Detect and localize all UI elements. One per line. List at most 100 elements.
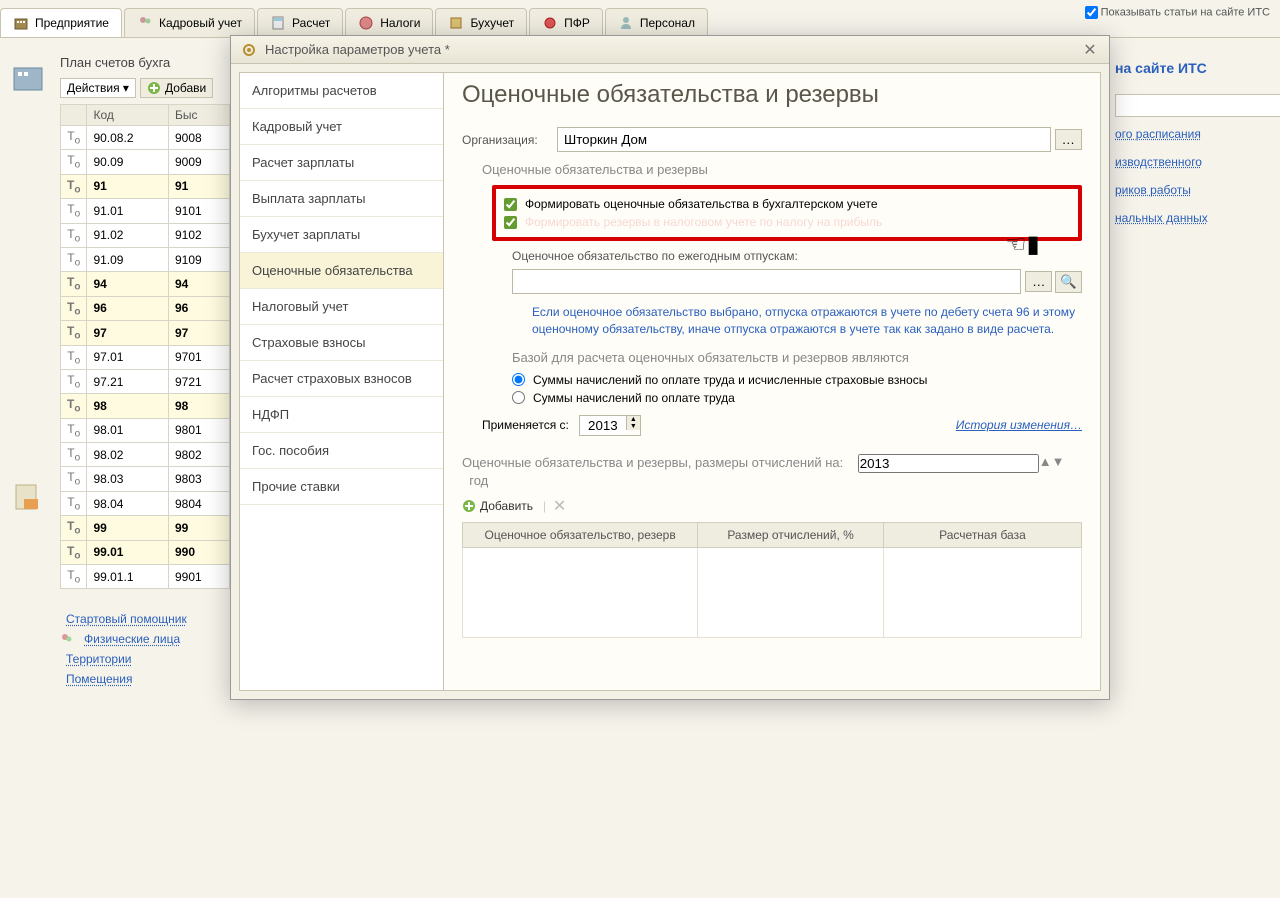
- link-persons[interactable]: Физические лица: [84, 632, 180, 646]
- close-button[interactable]: ✕: [1081, 41, 1099, 59]
- nav-item[interactable]: Прочие ставки: [240, 469, 443, 505]
- obligation-input[interactable]: [512, 269, 1021, 294]
- grid-delete-button[interactable]: ✕: [553, 496, 566, 516]
- person-icon: [618, 15, 634, 31]
- tab-label: Кадровый учет: [159, 16, 242, 30]
- th-fast[interactable]: Быс: [168, 105, 229, 126]
- left-decor: [10, 60, 50, 898]
- nav-item[interactable]: Оценочные обязательства: [240, 253, 443, 289]
- table-row[interactable]: Tо9494: [61, 272, 230, 296]
- table-row[interactable]: Tо9191: [61, 174, 230, 198]
- spin-down-icon[interactable]: ▼: [1052, 454, 1065, 469]
- tab-hr[interactable]: Кадровый учет: [124, 8, 255, 37]
- year-input[interactable]: [580, 416, 626, 435]
- radio1-label: Суммы начислений по оплате труда и исчис…: [533, 373, 927, 387]
- table-row[interactable]: Tо97.019701: [61, 345, 230, 369]
- th-code[interactable]: Код: [87, 105, 169, 126]
- nav-item[interactable]: Кадровый учет: [240, 109, 443, 145]
- table-row[interactable]: Tо91.099109: [61, 247, 230, 271]
- book-icon: [448, 15, 464, 31]
- nav-item[interactable]: НДФП: [240, 397, 443, 433]
- sizes-year-spinner[interactable]: ▲▼: [858, 454, 1065, 473]
- pfr-icon: [542, 15, 558, 31]
- nav-item[interactable]: Алгоритмы расчетов: [240, 73, 443, 109]
- year2-input[interactable]: [858, 454, 1039, 473]
- its-search[interactable]: [1115, 94, 1280, 117]
- its-link[interactable]: риков работы: [1115, 183, 1270, 197]
- nav-item[interactable]: Страховые взносы: [240, 325, 443, 361]
- tab-accounting[interactable]: Бухучет: [435, 8, 527, 37]
- tab-label: Бухучет: [470, 16, 514, 30]
- nav-item[interactable]: Расчет страховых взносов: [240, 361, 443, 397]
- grid-add-label: Добавить: [480, 499, 533, 513]
- table-row[interactable]: Tо9898: [61, 394, 230, 418]
- link-rooms[interactable]: Помещения: [66, 672, 132, 686]
- spin-up-icon[interactable]: ▲: [1039, 454, 1052, 469]
- table-row[interactable]: Tо90.08.29008: [61, 126, 230, 150]
- obligation-field-label: Оценочное обязательство по ежегодным отп…: [512, 249, 1082, 263]
- actions-dropdown[interactable]: Действия ▾: [60, 78, 136, 98]
- radio-payroll-only[interactable]: [512, 391, 525, 404]
- modal-title-text: Настройка параметров учета *: [265, 42, 1081, 57]
- link-territories[interactable]: Территории: [66, 652, 132, 666]
- tab-taxes[interactable]: Налоги: [345, 8, 433, 37]
- tab-label: Налоги: [380, 16, 420, 30]
- radio-payroll-insurance[interactable]: [512, 373, 525, 386]
- table-row[interactable]: Tо91.029102: [61, 223, 230, 247]
- table-row[interactable]: Tо90.099009: [61, 150, 230, 174]
- its-link[interactable]: изводственного: [1115, 155, 1270, 169]
- grid-add-button[interactable]: Добавить: [462, 499, 533, 513]
- chart-of-accounts-panel: План счетов бухга Действия ▾ Добави Код …: [60, 55, 230, 689]
- apply-from-label: Применяется с:: [482, 418, 569, 432]
- tab-pfr[interactable]: ПФР: [529, 8, 603, 37]
- tab-enterprise[interactable]: Предприятие: [0, 8, 122, 37]
- chk-accounting-obligations[interactable]: [504, 198, 517, 211]
- year-suffix: год: [469, 473, 488, 488]
- chk-tax-reserves[interactable]: [504, 216, 517, 229]
- table-row[interactable]: Tо9999: [61, 516, 230, 540]
- grid-col-obligation[interactable]: Оценочное обязательство, резерв: [463, 522, 698, 547]
- settings-modal: Настройка параметров учета * ✕ Алгоритмы…: [230, 35, 1110, 700]
- modal-titlebar[interactable]: Настройка параметров учета * ✕: [231, 36, 1109, 64]
- table-row[interactable]: Tо9696: [61, 296, 230, 320]
- table-row[interactable]: Tо98.019801: [61, 418, 230, 442]
- tab-calc[interactable]: Расчет: [257, 8, 343, 37]
- coa-add-button[interactable]: Добави: [140, 78, 213, 98]
- link-start-helper[interactable]: Стартовый помощник: [66, 612, 187, 626]
- grid-col-rate[interactable]: Размер отчислений, %: [698, 522, 884, 547]
- table-row[interactable]: Tо98.039803: [61, 467, 230, 491]
- table-row[interactable]: Tо99.01.19901: [61, 565, 230, 589]
- tax-icon: [358, 15, 374, 31]
- table-row[interactable]: Tо91.019101: [61, 199, 230, 223]
- nav-item[interactable]: Налоговый учет: [240, 289, 443, 325]
- table-row[interactable]: Tо98.049804: [61, 491, 230, 515]
- coa-title: План счетов бухга: [60, 55, 230, 70]
- obligation-hint: Если оценочное обязательство выбрано, от…: [532, 304, 1082, 338]
- nav-item[interactable]: Гос. пособия: [240, 433, 443, 469]
- its-link[interactable]: нальных данных: [1115, 211, 1270, 225]
- nav-item[interactable]: Бухучет зарплаты: [240, 217, 443, 253]
- org-input[interactable]: [557, 127, 1051, 152]
- org-select-button[interactable]: …: [1055, 129, 1082, 150]
- obligation-search-button[interactable]: 🔍: [1055, 271, 1082, 293]
- table-row[interactable]: Tо97.219721: [61, 369, 230, 393]
- table-row[interactable]: Tо99.01990: [61, 540, 230, 564]
- spin-up-icon[interactable]: ▲: [626, 416, 640, 423]
- its-label: Показывать статьи на сайте ИТС: [1101, 6, 1270, 18]
- tab-personnel[interactable]: Персонал: [605, 8, 708, 37]
- its-checkbox[interactable]: [1085, 6, 1098, 19]
- table-row[interactable]: Tо9797: [61, 321, 230, 345]
- people-icon: [60, 632, 74, 646]
- its-link[interactable]: ого расписания: [1115, 127, 1270, 141]
- table-row[interactable]: Tо98.029802: [61, 443, 230, 467]
- nav-item[interactable]: Выплата зарплаты: [240, 181, 443, 217]
- apply-from-year-spinner[interactable]: ▲▼: [579, 415, 641, 436]
- nav-item[interactable]: Расчет зарплаты: [240, 145, 443, 181]
- table-row[interactable]: [463, 547, 1082, 637]
- rates-grid[interactable]: Оценочное обязательство, резерв Размер о…: [462, 522, 1082, 638]
- spin-down-icon[interactable]: ▼: [626, 423, 640, 430]
- obligation-select-button[interactable]: …: [1025, 271, 1052, 292]
- grid-col-base[interactable]: Расчетная база: [883, 522, 1081, 547]
- accounts-table[interactable]: Код Быс Tо90.08.29008Tо90.099009Tо9191Tо…: [60, 104, 230, 589]
- history-link[interactable]: История изменения…: [956, 418, 1082, 432]
